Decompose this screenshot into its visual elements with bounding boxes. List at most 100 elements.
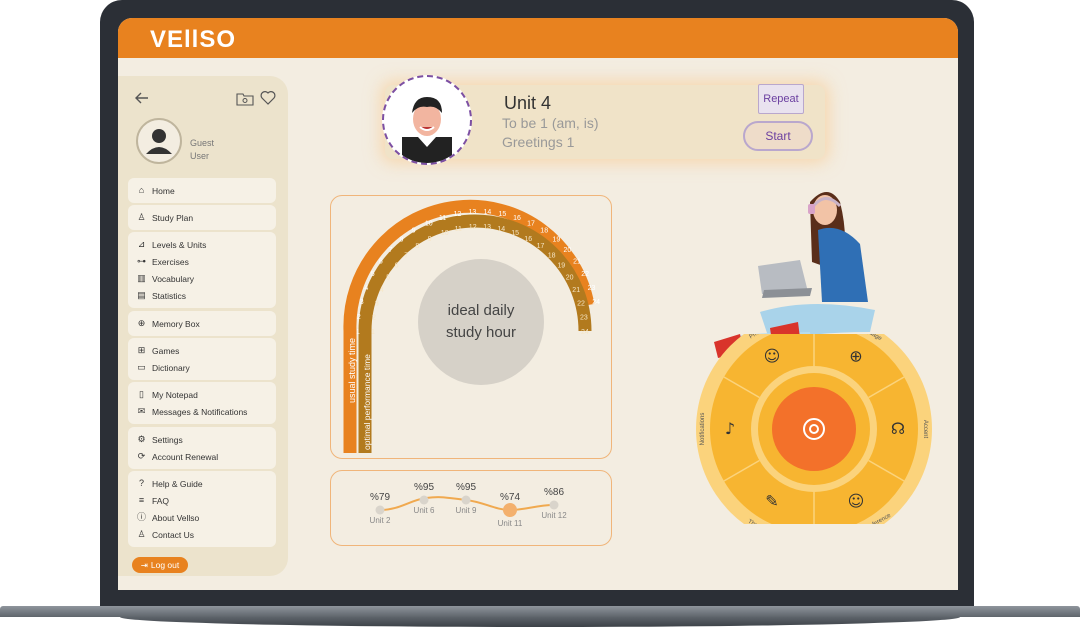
user-role: User <box>190 151 210 161</box>
logout-button[interactable]: ⇥ Log out <box>132 557 188 573</box>
inner-hour-label: 1 <box>371 329 375 336</box>
sidebar-item-messages[interactable]: ✉ Messages & Notifications <box>136 403 276 420</box>
inner-hour-label: 24 <box>581 329 589 336</box>
nav-group-help: ? Help & Guide ≡ FAQ ⓘ About Vellso ♙ Contac… <box>128 471 276 547</box>
gauge-center <box>418 259 544 385</box>
unit-progress-chart: %79 Unit 2 %95 Unit 6 %95 Unit 9 %74 Unit 11 %86… <box>370 482 568 528</box>
nav-group-plan: ♙ Study Plan <box>128 205 276 230</box>
sidebar-item-vocabulary[interactable]: ▥ Vocabulary <box>136 270 276 287</box>
progress-unit-label: Unit 11 <box>498 519 523 528</box>
back-arrow-icon[interactable] <box>134 90 152 108</box>
faq-icon: ≡ <box>138 495 145 505</box>
outer-hour-label: 18 <box>540 228 548 235</box>
sidebar-item-study-plan[interactable]: ♙ Study Plan <box>136 209 276 226</box>
sidebar-item-exercises[interactable]: ⊶ Exercises <box>136 253 276 270</box>
repeat-button[interactable]: Repeat <box>758 84 804 114</box>
user-name: Guest <box>190 138 215 148</box>
outer-hour-label: 21 <box>573 259 581 266</box>
sidebar-item-about[interactable]: ⓘ About Vellso <box>136 509 276 526</box>
sidebar-item-help[interactable]: ? Help & Guide <box>136 475 276 492</box>
sidebar-item-label: Messages & Notifications <box>152 406 248 417</box>
folder-icon[interactable] <box>236 92 254 106</box>
wheel-segment-icon[interactable]: ☺ <box>848 492 865 511</box>
settings-wheel: ☺Privacy⊕Language☊Accent☺Study Preferenc… <box>696 334 932 524</box>
outer-hour-label: 19 <box>553 237 561 244</box>
outer-hour-label: 15 <box>499 211 507 218</box>
sidebar-item-label: Levels & Units <box>152 239 207 250</box>
progress-point[interactable] <box>503 503 517 517</box>
app-logo[interactable]: VEllSO <box>150 26 236 54</box>
outer-hour-label: 14 <box>484 209 492 216</box>
sidebar-item-label: About Vellso <box>152 512 200 523</box>
inner-hour-label: 23 <box>580 315 588 322</box>
study-plan-icon: ♙ <box>137 212 146 222</box>
wheel-segment-icon[interactable]: ⊕ <box>849 346 862 365</box>
inner-arc-label: optimal performance time <box>362 354 372 450</box>
sidebar: Guest User ⌂ Home ♙ Study Plan ⊿ Levels & U… <box>118 76 288 576</box>
progress-point[interactable] <box>375 505 385 515</box>
sidebar-item-label: My Notepad <box>152 389 198 400</box>
start-button[interactable]: Start <box>743 121 813 151</box>
progress-point[interactable] <box>461 495 471 505</box>
contact-icon: ♙ <box>137 529 146 539</box>
renewal-icon: ⟳ <box>137 451 146 461</box>
sidebar-item-games[interactable]: ⊞ Games <box>136 342 276 359</box>
outer-hour-label: 13 <box>469 209 477 216</box>
sidebar-item-notepad[interactable]: ▯ My Notepad <box>136 386 276 403</box>
wheel-center-button[interactable] <box>772 387 856 471</box>
sidebar-item-label: Account Renewal <box>152 451 219 462</box>
outer-hour-label: 24 <box>592 299 600 306</box>
avatar[interactable] <box>136 118 182 164</box>
wheel-segment-icon[interactable]: ☊ <box>891 419 905 438</box>
sidebar-item-label: FAQ <box>152 495 170 506</box>
nav-group-home: ⌂ Home <box>128 178 276 203</box>
statistics-icon: ▤ <box>137 290 146 300</box>
vocabulary-icon: ▥ <box>137 273 146 283</box>
logout-icon: ⇥ <box>140 559 148 570</box>
progress-value: %86 <box>544 487 564 498</box>
progress-unit-label: Unit 6 <box>414 506 435 515</box>
outer-hour-label: 20 <box>564 247 572 254</box>
help-icon: ? <box>138 478 144 488</box>
progress-point[interactable] <box>549 500 559 510</box>
sidebar-item-settings[interactable]: ⚙ Settings <box>136 431 276 448</box>
inner-hour-label: 5 <box>386 274 390 281</box>
sidebar-item-levels[interactable]: ⊿ Levels & Units <box>136 236 276 253</box>
sidebar-item-home[interactable]: ⌂ Home <box>136 182 276 199</box>
progress-point[interactable] <box>419 495 429 505</box>
outer-hour-label: 1 <box>356 329 360 336</box>
memory-box-icon: ⊕ <box>137 318 146 328</box>
inner-hour-label: 6 <box>395 263 399 270</box>
sidebar-item-account-renewal[interactable]: ⟳ Account Renewal <box>136 448 276 465</box>
nav-group-fun: ⊞ Games ▭ Dictionary <box>128 338 276 380</box>
inner-hour-label: 18 <box>548 252 556 259</box>
inner-hour-label: 13 <box>483 224 491 231</box>
sidebar-item-memory-box[interactable]: ⊕ Memory Box <box>136 315 276 332</box>
inner-hour-label: 4 <box>380 287 384 294</box>
inner-hour-label: 3 <box>375 301 379 308</box>
sidebar-item-faq[interactable]: ≡ FAQ <box>136 492 276 509</box>
nav-group-notes: ▯ My Notepad ✉ Messages & Notifications <box>128 382 276 424</box>
wheel-segment-icon[interactable]: ♪ <box>725 419 735 438</box>
wheel-segment-label: Notifications <box>700 413 706 446</box>
dictionary-icon: ▭ <box>137 362 146 372</box>
sidebar-item-dictionary[interactable]: ▭ Dictionary <box>136 359 276 376</box>
sidebar-item-label: Help & Guide <box>152 478 203 489</box>
inner-hour-label: 8 <box>415 243 419 250</box>
sidebar-item-statistics[interactable]: ▤ Statistics <box>136 287 276 304</box>
sidebar-item-contact[interactable]: ♙ Contact Us <box>136 526 276 543</box>
outer-hour-label: 11 <box>439 215 446 222</box>
wheel-segment-icon[interactable]: ✎ <box>765 492 778 511</box>
heart-icon[interactable] <box>260 90 278 106</box>
outer-hour-label: 3 <box>360 299 364 306</box>
outer-hour-label: 17 <box>527 220 535 227</box>
sidebar-item-label: Settings <box>152 434 183 445</box>
sidebar-item-label: Home <box>152 185 175 196</box>
sidebar-item-label: Contact Us <box>152 529 195 540</box>
outer-hour-label: 2 <box>357 314 361 321</box>
wheel-segment-icon[interactable]: ☺ <box>764 346 781 365</box>
outer-hour-label: 23 <box>588 285 596 292</box>
gauge-center-line2: study hour <box>446 324 516 341</box>
sidebar-item-label: Exercises <box>152 256 189 267</box>
sidebar-item-label: Vocabulary <box>152 273 195 284</box>
